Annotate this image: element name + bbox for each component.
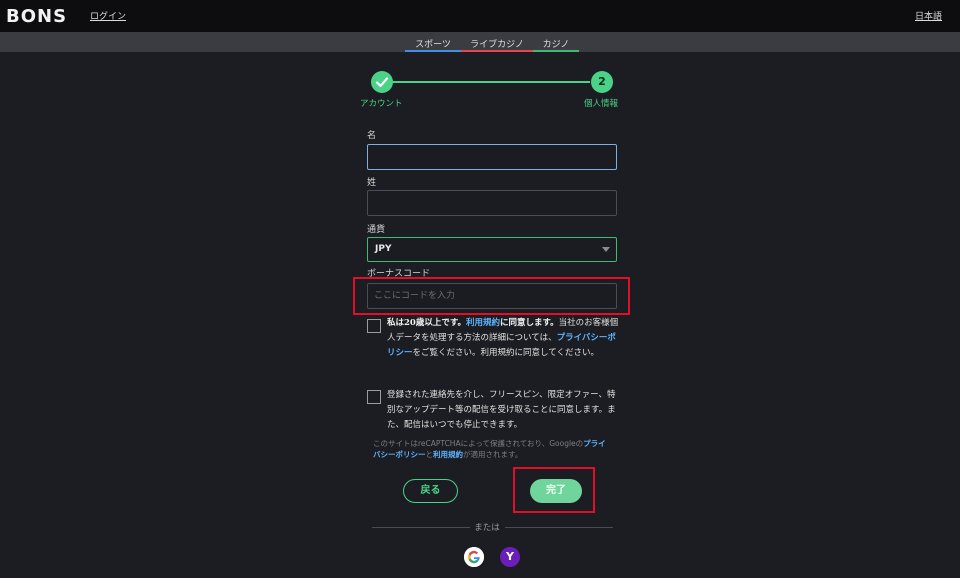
- currency-selected-value: JPY: [375, 244, 392, 254]
- recaptcha-and: と: [425, 450, 434, 459]
- back-button[interactable]: 戻る: [403, 479, 458, 503]
- divider-right: [505, 527, 613, 528]
- marketing-text: 登録された連絡先を介し、フリースピン、限定オファー、特別なアップデート等の配信を…: [387, 390, 616, 430]
- login-link[interactable]: ログイン: [90, 9, 126, 22]
- age-bold-suffix: に同意します。: [500, 318, 559, 328]
- tab-casino[interactable]: カジノ: [533, 37, 579, 52]
- currency-label: 通貨: [367, 225, 386, 235]
- last-name-input[interactable]: [368, 191, 616, 215]
- tab-live-casino[interactable]: ライブカジノ: [461, 37, 533, 52]
- complete-button-highlight: [513, 467, 595, 513]
- language-selector[interactable]: 日本語: [915, 9, 942, 22]
- marketing-checkbox[interactable]: [367, 390, 381, 404]
- step-1-check-icon: [371, 71, 393, 93]
- google-icon: [464, 547, 484, 567]
- step-2-number: 2: [591, 71, 613, 93]
- yahoo-login-button[interactable]: Y: [500, 547, 520, 567]
- age-terms-checkbox[interactable]: [367, 319, 381, 333]
- first-name-label: 名: [367, 131, 377, 141]
- tab-casino-label: カジノ: [542, 40, 570, 50]
- divider-left: [372, 527, 470, 528]
- age-bold-prefix: 私は20歳以上です。: [387, 318, 466, 328]
- recaptcha-terms-link[interactable]: 利用規約: [433, 450, 463, 459]
- tab-sports[interactable]: スポーツ: [405, 37, 461, 52]
- recaptcha-notice: このサイトはreCAPTCHAによって保護されており、Googleのプライバシー…: [373, 438, 613, 460]
- last-name-field-wrap: [367, 190, 617, 216]
- recaptcha-text-2: が適用されます。: [463, 450, 523, 459]
- tab-casino-underline: [533, 50, 579, 52]
- age-terms-text: 私は20歳以上です。利用規約に同意します。当社のお客様個人データを処理する方法の…: [387, 316, 621, 361]
- tab-live-casino-underline: [461, 50, 533, 52]
- terms-link[interactable]: 利用規約: [466, 318, 500, 328]
- last-name-label: 姓: [367, 178, 377, 188]
- step-1-label: アカウント: [360, 99, 403, 109]
- currency-select[interactable]: JPY: [367, 237, 617, 262]
- top-bar: BONS ログイン 日本語: [0, 0, 960, 32]
- bons-logo[interactable]: BONS: [6, 6, 67, 27]
- first-name-field-wrap: [367, 144, 617, 170]
- google-login-button[interactable]: [464, 547, 484, 567]
- tab-sports-label: スポーツ: [415, 40, 451, 50]
- age-text-2: をご覧ください。利用規約に同意してください。: [412, 348, 600, 358]
- step-2-label: 個人情報: [584, 99, 619, 109]
- caret-down-icon: [602, 247, 610, 252]
- first-name-input[interactable]: [368, 145, 616, 169]
- yahoo-icon: Y: [506, 550, 514, 563]
- bonus-code-highlight: [353, 277, 630, 315]
- stepper-line: [392, 81, 590, 83]
- category-tabs: スポーツ ライブカジノ カジノ: [0, 32, 960, 52]
- tab-sports-underline: [405, 50, 461, 52]
- tab-live-casino-label: ライブカジノ: [470, 40, 524, 50]
- recaptcha-text-1: このサイトはreCAPTCHAによって保護されており、Googleの: [373, 439, 584, 448]
- divider-or-text: または: [474, 523, 500, 533]
